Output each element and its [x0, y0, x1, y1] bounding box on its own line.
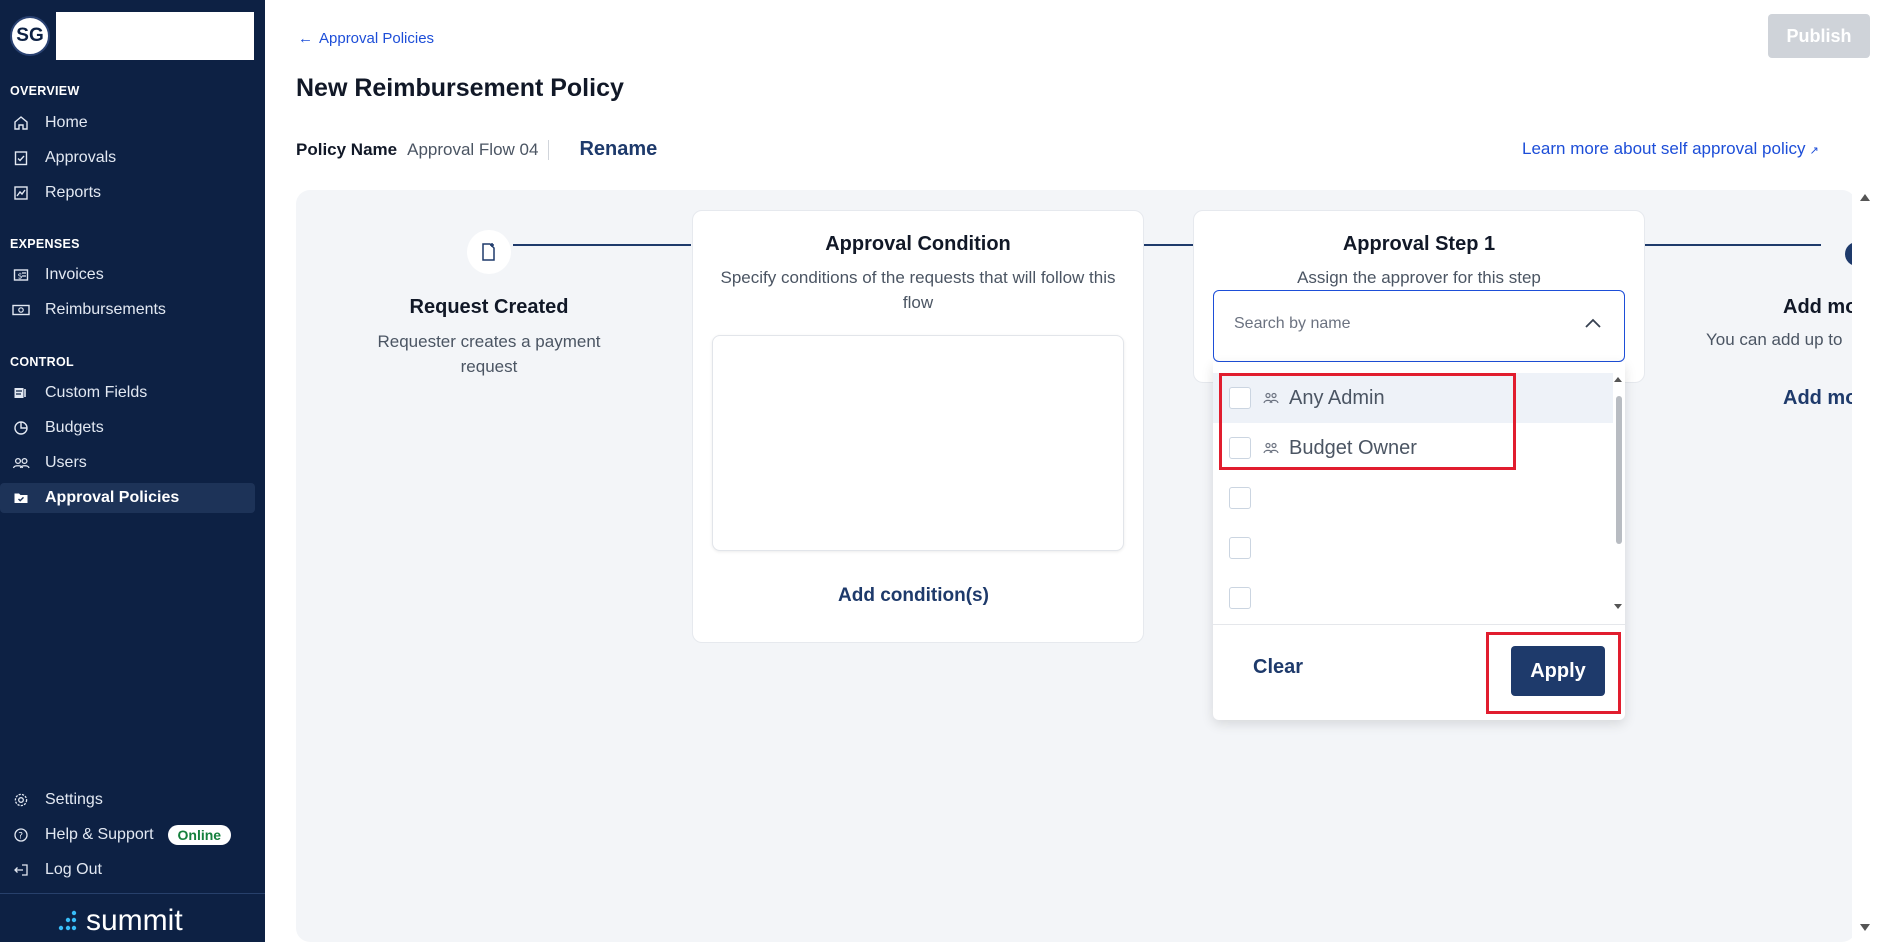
sidebar-item-label: Log Out: [45, 861, 102, 878]
option-checkbox[interactable]: [1229, 487, 1251, 509]
rename-button[interactable]: Rename: [579, 138, 657, 161]
org-name-box[interactable]: [56, 12, 254, 60]
logout-icon: [12, 861, 30, 879]
request-created-desc: Requester creates a payment request: [377, 332, 601, 376]
sidebar-item-label: Approvals: [45, 149, 117, 166]
brand-name: summit: [86, 904, 183, 937]
form-fields-icon: [12, 384, 30, 402]
section-expenses: EXPENSES: [10, 237, 80, 251]
sidebar-item-log-out[interactable]: Log Out: [0, 855, 255, 885]
option-item[interactable]: [1213, 573, 1613, 623]
file-plus-icon: [482, 243, 495, 261]
section-overview: OVERVIEW: [10, 84, 80, 98]
conditions-box: [712, 335, 1124, 551]
approver-search-box[interactable]: [1213, 290, 1625, 362]
sidebar-item-label: Custom Fields: [45, 384, 148, 401]
sidebar-item-label: Approval Policies: [45, 489, 180, 506]
users-icon: [12, 454, 30, 472]
svg-text:?: ?: [18, 832, 23, 842]
scrollbar-thumb[interactable]: [1616, 396, 1622, 544]
approver-search-input[interactable]: [1234, 315, 1554, 333]
option-item[interactable]: [1213, 473, 1613, 523]
highlight-options: [1219, 373, 1516, 470]
policy-name-value: Approval Flow 04: [407, 139, 550, 160]
page-scroll-up-arrow[interactable]: [1860, 194, 1870, 201]
flow-connector: [1641, 244, 1821, 246]
sidebar-item-settings[interactable]: Settings: [0, 785, 255, 815]
pie-chart-icon: [12, 419, 30, 437]
org-switcher[interactable]: SG: [10, 12, 254, 60]
sidebar-item-home[interactable]: Home: [0, 108, 255, 138]
flow-connector: [1142, 244, 1194, 246]
svg-text:$: $: [18, 272, 23, 281]
add-more-button[interactable]: Add mo: [1783, 387, 1857, 410]
add-more-title: Add mo: [1783, 296, 1858, 318]
status-badge: Online: [167, 825, 232, 845]
home-icon: [12, 114, 30, 132]
sidebar-item-users[interactable]: Users: [0, 448, 255, 478]
external-link-icon: ↗: [1809, 145, 1819, 157]
sidebar-item-label: Help & Support: [45, 826, 154, 843]
highlight-apply: [1486, 632, 1621, 714]
gear-icon: [12, 791, 30, 809]
sidebar-item-approvals[interactable]: Approvals: [0, 143, 255, 173]
learn-more-label: Learn more about self approval policy: [1522, 139, 1806, 158]
invoice-icon: $: [12, 266, 30, 284]
request-created-node: [467, 230, 511, 274]
page-scroll-down-arrow[interactable]: [1860, 924, 1870, 931]
sidebar-item-label: Settings: [45, 791, 103, 808]
sidebar-item-label: Budgets: [45, 419, 104, 436]
sidebar-item-label: Reimbursements: [45, 301, 166, 318]
back-link[interactable]: ← Approval Policies: [298, 30, 434, 47]
sidebar-item-label: Users: [45, 454, 87, 471]
chevron-up-icon[interactable]: [1584, 317, 1602, 329]
sidebar-item-reports[interactable]: Reports: [0, 178, 255, 208]
brand-logo: summit: [56, 904, 183, 938]
clipboard-check-icon: [12, 149, 30, 167]
page-title: New Reimbursement Policy: [296, 74, 624, 102]
approval-step-desc: Assign the approver for this step: [1297, 268, 1541, 287]
add-more-desc: You can add up to: [1706, 330, 1843, 349]
folder-check-icon: [12, 489, 30, 507]
chart-icon: [12, 184, 30, 202]
policy-name-label: Policy Name: [296, 139, 398, 159]
sidebar-divider: [0, 893, 265, 894]
approval-condition-desc: Specify conditions of the requests that …: [720, 268, 1116, 312]
arrow-left-icon: ←: [298, 30, 313, 47]
option-item[interactable]: [1213, 523, 1613, 573]
clear-button[interactable]: Clear: [1253, 656, 1303, 679]
back-link-label: Approval Policies: [319, 30, 435, 47]
policy-name-row: Policy Name Approval Flow 04 Rename: [296, 138, 657, 161]
flow-connector: [513, 244, 691, 246]
section-control: CONTROL: [10, 355, 74, 369]
publish-button[interactable]: Publish: [1768, 14, 1870, 58]
request-created-title: Request Created: [409, 296, 569, 318]
sidebar-item-reimbursements[interactable]: Reimbursements: [0, 295, 255, 325]
sidebar-item-invoices[interactable]: $ Invoices: [0, 260, 255, 290]
logo-dots-icon: [58, 910, 77, 931]
help-icon: ?: [12, 826, 30, 844]
sidebar: SG OVERVIEW Home Approvals Reports EXPEN…: [0, 0, 265, 942]
sidebar-item-custom-fields[interactable]: Custom Fields: [0, 378, 255, 408]
sidebar-item-label: Home: [45, 114, 88, 131]
learn-more-link[interactable]: Learn more about self approval policy ↗: [1522, 139, 1819, 159]
option-checkbox[interactable]: [1229, 537, 1251, 559]
avatar[interactable]: SG: [10, 16, 50, 56]
page-scrollbar-area: [1852, 190, 1891, 942]
add-condition-button[interactable]: Add condition(s): [838, 585, 989, 607]
approval-step-title: Approval Step 1: [1342, 233, 1496, 255]
sidebar-item-label: Reports: [45, 184, 102, 201]
sidebar-item-help-support[interactable]: ? Help & Support Online: [0, 820, 255, 850]
sidebar-item-label: Invoices: [45, 266, 104, 283]
approval-condition-title: Approval Condition: [825, 233, 1011, 255]
cash-icon: [12, 301, 30, 319]
sidebar-item-budgets[interactable]: Budgets: [0, 413, 255, 443]
option-checkbox[interactable]: [1229, 587, 1251, 609]
sidebar-item-approval-policies[interactable]: Approval Policies: [0, 483, 255, 513]
dropdown-divider: [1213, 624, 1625, 625]
